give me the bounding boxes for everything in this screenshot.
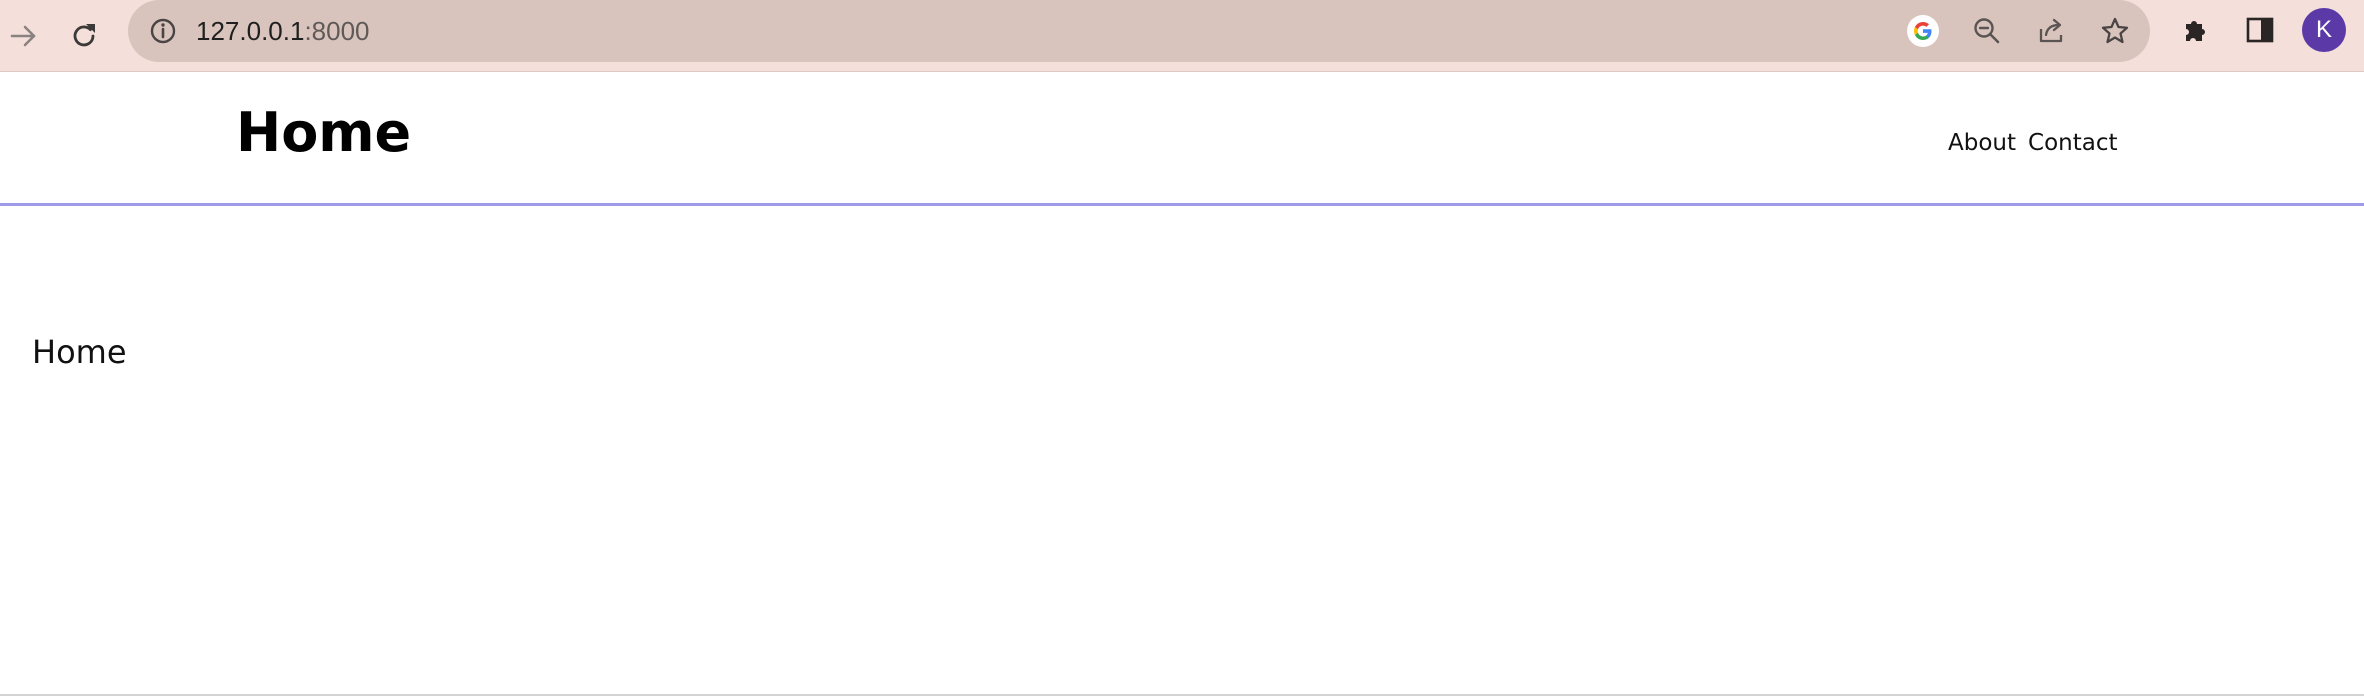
url-text[interactable]: 127.0.0.1:8000 xyxy=(196,14,370,48)
nav-link-about[interactable]: About xyxy=(1948,124,2016,162)
site-header: Home About Contact xyxy=(0,72,2364,206)
share-icon[interactable] xyxy=(2030,10,2072,52)
arrow-right-icon xyxy=(8,20,40,52)
site-title[interactable]: Home xyxy=(236,98,411,168)
url-host: 127.0.0.1 xyxy=(196,16,305,46)
address-bar[interactable]: 127.0.0.1:8000 xyxy=(128,0,2150,62)
side-panel-button[interactable] xyxy=(2236,6,2284,54)
url-port: :8000 xyxy=(304,16,370,46)
google-icon[interactable] xyxy=(1902,10,1944,52)
puzzle-icon xyxy=(2180,14,2212,46)
side-panel-icon xyxy=(2244,14,2276,46)
main-nav: About Contact xyxy=(1948,124,2118,162)
zoom-out-icon[interactable] xyxy=(1966,10,2008,52)
main-content: Home xyxy=(0,206,2364,694)
reload-button[interactable] xyxy=(60,12,108,60)
browser-toolbar: 127.0.0.1:8000 K xyxy=(0,0,2364,72)
star-icon[interactable] xyxy=(2094,10,2136,52)
extensions-button[interactable] xyxy=(2172,6,2220,54)
info-icon[interactable] xyxy=(146,14,180,48)
page-heading: Home xyxy=(32,333,127,371)
profile-avatar[interactable]: K xyxy=(2302,8,2346,52)
nav-link-contact[interactable]: Contact xyxy=(2028,124,2117,162)
reload-icon xyxy=(68,20,100,52)
forward-button[interactable] xyxy=(0,12,48,60)
